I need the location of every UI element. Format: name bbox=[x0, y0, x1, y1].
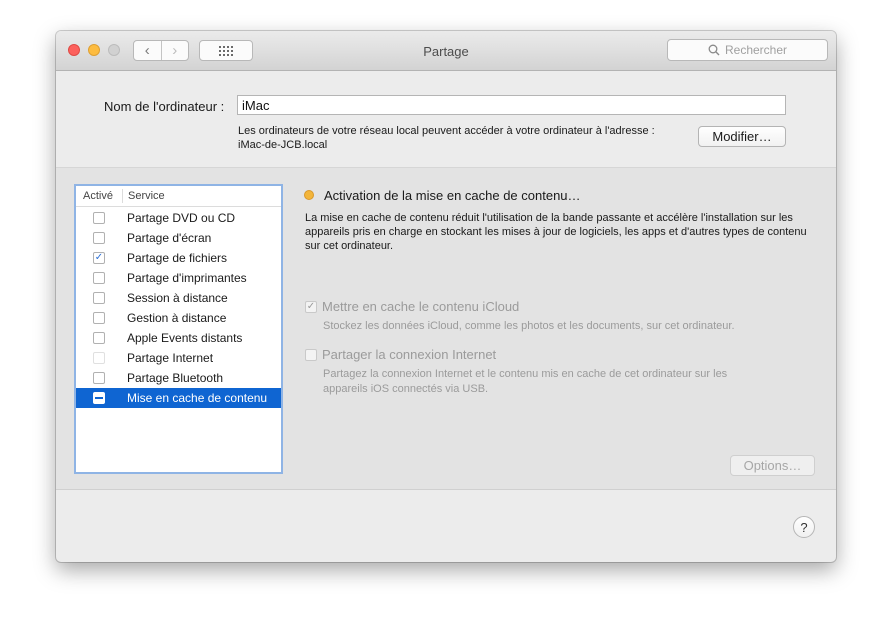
services-list-header: Activé Service bbox=[76, 186, 281, 207]
service-row-printer-sharing[interactable]: Partage d'imprimantes bbox=[76, 268, 281, 288]
service-checkbox[interactable] bbox=[93, 232, 105, 244]
search-icon bbox=[708, 44, 720, 56]
service-checkbox[interactable] bbox=[93, 392, 105, 404]
share-internet-checkbox[interactable] bbox=[305, 349, 317, 361]
service-row-remote-management[interactable]: Gestion à distance bbox=[76, 308, 281, 328]
service-checkbox[interactable] bbox=[93, 352, 105, 364]
service-label: Session à distance bbox=[127, 291, 228, 305]
share-internet-description-line2: appareils iOS connectés via USB. bbox=[323, 383, 489, 395]
help-button[interactable]: ? bbox=[793, 516, 815, 538]
service-row-internet-sharing[interactable]: Partage Internet bbox=[76, 348, 281, 368]
computer-name-input[interactable] bbox=[237, 95, 786, 115]
service-checkbox[interactable] bbox=[93, 292, 105, 304]
search-placeholder: Rechercher bbox=[724, 43, 788, 57]
cache-icloud-description: Stockez les données iCloud, comme les ph… bbox=[323, 320, 735, 332]
sharing-window: ‹ › Partage Rechercher Nom de l'ordinate… bbox=[56, 31, 836, 562]
service-checkbox[interactable] bbox=[93, 212, 105, 224]
local-address-hostname: iMac-de-JCB.local bbox=[238, 139, 328, 151]
status-title: Activation de la mise en cache de conten… bbox=[324, 188, 581, 203]
cache-icloud-checkbox[interactable]: ✓ bbox=[305, 301, 317, 313]
service-row-remote-apple-events[interactable]: Apple Events distants bbox=[76, 328, 281, 348]
service-checkbox[interactable] bbox=[93, 272, 105, 284]
checkmark-icon: ✓ bbox=[306, 301, 316, 312]
service-row-remote-login[interactable]: Session à distance bbox=[76, 288, 281, 308]
service-row-content-caching[interactable]: Mise en cache de contenu bbox=[76, 388, 281, 408]
service-label: Partage Internet bbox=[127, 351, 214, 365]
options-button[interactable]: Options… bbox=[730, 455, 815, 476]
service-row-screen-sharing[interactable]: Partage d'écran bbox=[76, 228, 281, 248]
title-bar: ‹ › Partage Rechercher bbox=[56, 31, 836, 71]
service-label: Mise en cache de contenu bbox=[127, 391, 268, 405]
service-label: Gestion à distance bbox=[127, 311, 227, 325]
modify-button[interactable]: Modifier… bbox=[698, 126, 786, 147]
service-checkbox[interactable]: ✓ bbox=[93, 252, 105, 264]
service-checkbox[interactable] bbox=[93, 372, 105, 384]
service-label: Partage d'imprimantes bbox=[127, 271, 247, 285]
column-header-service[interactable]: Service bbox=[128, 190, 165, 202]
share-internet-label: Partager la connexion Internet bbox=[322, 347, 497, 362]
service-label: Partage d'écran bbox=[127, 231, 212, 245]
service-label: Apple Events distants bbox=[127, 331, 243, 345]
cache-icloud-label: Mettre en cache le contenu iCloud bbox=[322, 299, 520, 314]
mixed-state-icon bbox=[95, 397, 103, 399]
checkmark-icon: ✓ bbox=[94, 252, 104, 263]
share-internet-description-line1: Partagez la connexion Internet et le con… bbox=[323, 368, 728, 380]
status-indicator-icon bbox=[304, 190, 314, 200]
computer-name-panel: Nom de l'ordinateur : Les ordinateurs de… bbox=[56, 71, 836, 168]
services-panel: Activé Service Partage DVD ou CD Partage… bbox=[56, 168, 836, 490]
service-label: Partage Bluetooth bbox=[127, 371, 224, 385]
service-label: Partage de fichiers bbox=[127, 251, 228, 265]
local-address-description: Les ordinateurs de votre réseau local pe… bbox=[238, 125, 655, 137]
service-description: La mise en cache de contenu réduit l'uti… bbox=[305, 212, 807, 252]
computer-name-label: Nom de l'ordinateur : bbox=[104, 99, 225, 114]
service-label: Partage DVD ou CD bbox=[127, 211, 236, 225]
service-checkbox[interactable] bbox=[93, 332, 105, 344]
question-mark-icon: ? bbox=[800, 519, 808, 535]
service-row-dvd-cd-sharing[interactable]: Partage DVD ou CD bbox=[76, 208, 281, 228]
service-checkbox[interactable] bbox=[93, 312, 105, 324]
column-header-active[interactable]: Activé bbox=[83, 190, 113, 202]
services-list[interactable]: Activé Service Partage DVD ou CD Partage… bbox=[74, 184, 283, 474]
service-row-bluetooth-sharing[interactable]: Partage Bluetooth bbox=[76, 368, 281, 388]
service-row-file-sharing[interactable]: ✓ Partage de fichiers bbox=[76, 248, 281, 268]
search-field[interactable]: Rechercher bbox=[667, 39, 828, 61]
local-address-text: Les ordinateurs de votre réseau local pe… bbox=[238, 124, 655, 152]
column-divider bbox=[122, 189, 123, 203]
share-internet-description: Partagez la connexion Internet et le con… bbox=[323, 367, 727, 397]
